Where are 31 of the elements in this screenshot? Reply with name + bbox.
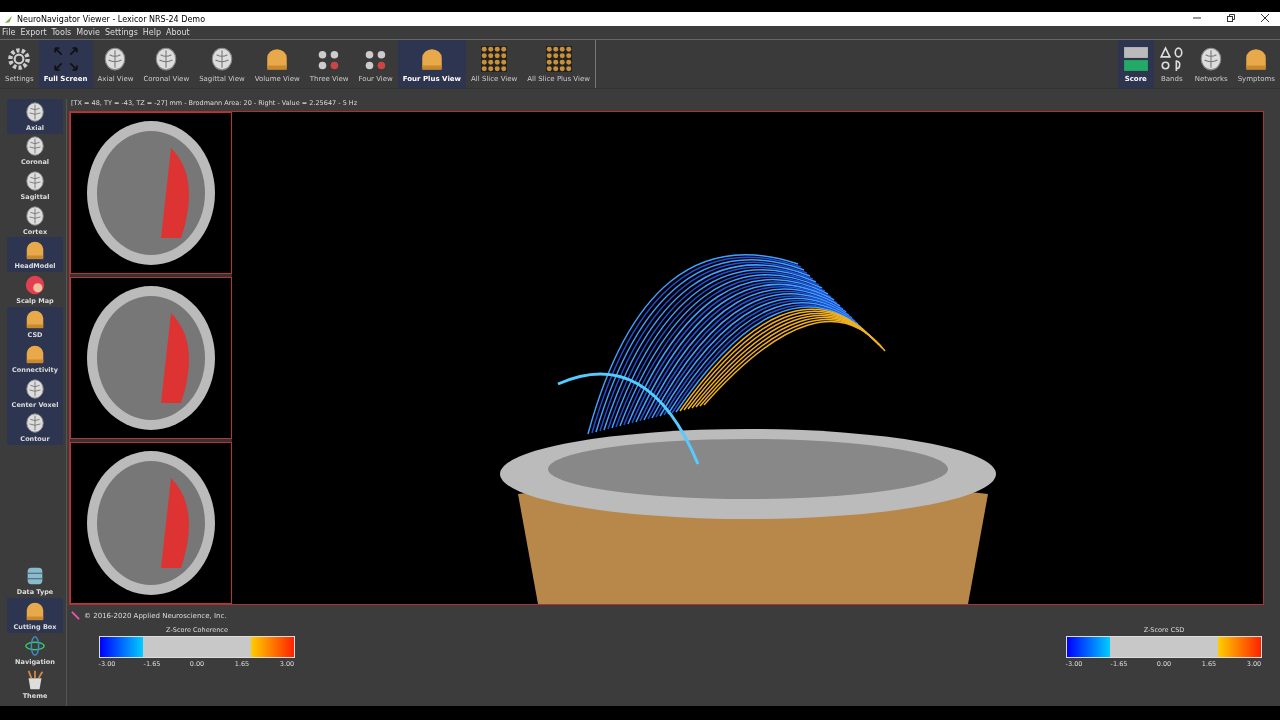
brain-icon: [24, 377, 46, 400]
minimize-icon: [1193, 14, 1201, 22]
head-model-icon: [24, 308, 46, 331]
menu-item[interactable]: Tools: [51, 28, 72, 37]
brain-icon: [24, 135, 46, 158]
menu-item[interactable]: File: [2, 28, 16, 37]
head-model-icon: [24, 239, 46, 262]
slice-grid-icon: [481, 45, 508, 72]
slice-grid-icon: [545, 45, 572, 72]
head-model-icon: [24, 600, 46, 622]
menu-item[interactable]: About: [166, 28, 190, 37]
app-logo-icon: [4, 14, 13, 24]
brain-icon: [24, 204, 46, 227]
brain-icon: [24, 170, 46, 192]
restore-icon: [1227, 14, 1235, 22]
close-icon: [1261, 14, 1269, 22]
wand-icon: [71, 611, 80, 620]
expand-arrows-icon: [52, 45, 79, 72]
brain-icon: [24, 412, 46, 435]
brain-icon: [209, 45, 235, 72]
menu-item[interactable]: Movie: [76, 28, 100, 37]
window-title: NeuroNavigator Viewer - Lexicor NRS-24 Demo: [17, 14, 206, 24]
orbit-arrows-icon: [24, 634, 46, 657]
raw-z-score-icon: [1122, 45, 1149, 72]
menu-item[interactable]: Settings: [105, 28, 138, 37]
greek-letters-icon: [1158, 45, 1185, 72]
menu-item[interactable]: Export: [20, 28, 47, 37]
settings-icon: [6, 45, 33, 72]
scalp-map-icon: [24, 273, 46, 296]
brain-icon: [24, 100, 46, 123]
menu-item[interactable]: Help: [142, 28, 162, 37]
